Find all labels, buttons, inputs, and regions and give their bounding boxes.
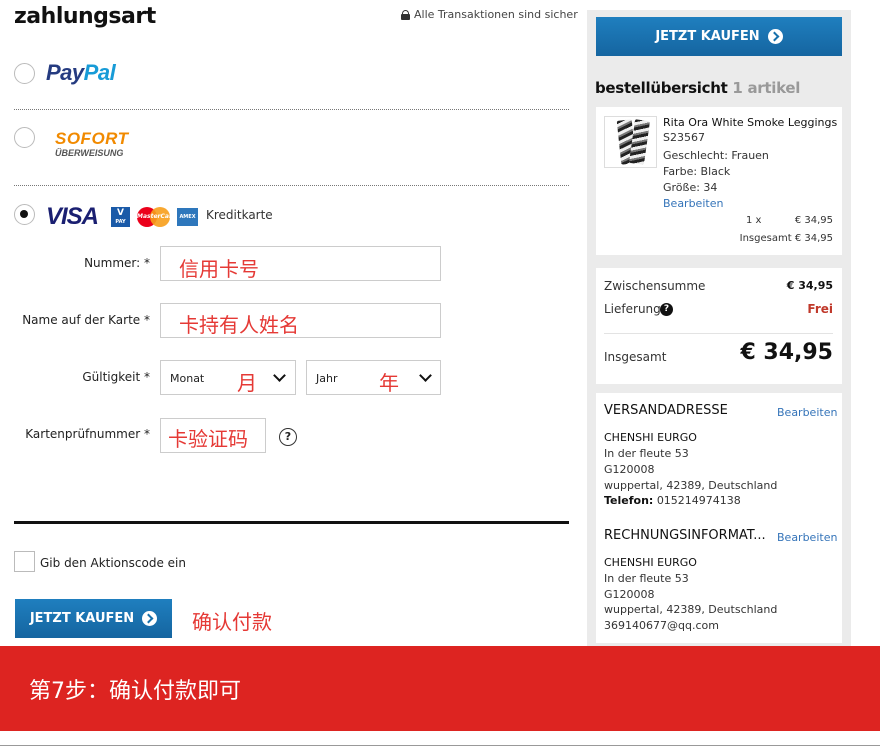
delivery-value: Frei [807,302,833,316]
buy-now-label: JETZT KAUFEN [29,611,135,626]
buy-now-button-top[interactable]: JETZT KAUFEN [596,17,842,56]
shipping-title: VERSANDADRESSE [604,403,728,418]
annotation-card-number: 信用卡号 [179,257,259,281]
shipping-phone: Telefon: 015214974138 [604,494,741,507]
chevron-down-icon [419,369,432,382]
annotation-card-name: 卡持有人姓名 [179,313,299,337]
divider [14,521,569,524]
vpay-logo: V PAY [111,207,130,227]
billing-name: CHENSHI EURGO [604,556,697,569]
sofort-radio[interactable] [14,127,35,148]
secure-text: Alle Transaktionen sind sicher [414,8,578,21]
promo-checkbox[interactable] [14,551,35,572]
chevron-down-icon [273,369,286,382]
product-price: € 34,95 [794,215,833,226]
shipping-city: wuppertal, 42389, Deutschland [604,479,778,492]
page-title: zahlungsart [14,4,156,29]
divider [604,333,833,334]
edit-item-link[interactable]: Bearbeiten [663,197,723,210]
promo-label: Gib den Aktionscode ein [40,556,186,570]
visa-logo: VISA [46,203,99,230]
sofort-logo[interactable]: SOFORT ÜBERWEISUNG [55,130,145,159]
total-value: € 34,95 [740,340,833,365]
help-icon[interactable]: ? [660,303,673,316]
creditcard-label: Kreditkarte [206,208,273,222]
product-total: Insgesamt € 34,95 [739,233,833,244]
arrow-right-icon [142,611,158,626]
buy-now-button[interactable]: JETZT KAUFEN [15,599,172,638]
year-select[interactable]: Jahr [306,360,441,395]
step-banner-text: 第7步：确认付款即可 [29,679,241,704]
product-color: Farbe: Black [663,165,731,178]
product-gender: Geschlecht: Frauen [663,149,769,162]
secure-notice: Alle Transaktionen sind sicher [401,8,578,21]
order-summary-title: bestellübersicht 1 artikel [595,79,801,97]
creditcard-radio[interactable] [14,204,35,225]
buy-now-label: JETZT KAUFEN [655,29,760,44]
help-icon[interactable]: ? [279,428,297,446]
subtotal-label: Zwischensumme [604,279,706,293]
paypal-radio[interactable] [14,63,35,84]
subtotal-value: € 34,95 [786,279,833,292]
edit-billing-link[interactable]: Bearbeiten [777,531,837,544]
lock-icon [401,9,410,20]
annotation-year: 年 [379,371,399,395]
delivery-label: Lieferung [604,302,661,316]
amex-logo: AMEX [177,208,198,226]
shipping-code: G120008 [604,463,655,476]
card-name-label: Name auf der Karte * [22,313,150,327]
product-size: Größe: 34 [663,181,718,194]
paypal-logo[interactable]: PayPal [46,60,116,86]
validity-label: Gültigkeit * [82,370,150,384]
card-number-label: Nummer: * [84,256,150,270]
annotation-month: 月 [237,371,257,395]
shipping-name: CHENSHI EURGO [604,431,697,444]
cvc-label: Kartenprüfnummer * [25,427,150,441]
divider [14,185,569,186]
product-qty: 1 x [746,215,762,226]
divider [0,745,880,746]
billing-title: RECHNUNGSINFORMAT... [604,528,766,543]
annotation-confirm: 确认付款 [192,610,272,634]
month-select[interactable]: Monat [160,360,296,395]
product-name: Rita Ora White Smoke Leggings [663,116,838,129]
shipping-street: In der fleute 53 [604,447,689,460]
annotation-cvc: 卡验证码 [168,427,248,451]
billing-street: In der fleute 53 [604,572,689,585]
mastercard-logo: MasterCard [137,207,176,227]
divider [14,109,569,110]
billing-email: 369140677@qq.com [604,619,719,632]
total-label: Insgesamt [604,350,667,364]
billing-code: G120008 [604,588,655,601]
billing-city: wuppertal, 42389, Deutschland [604,603,778,616]
edit-shipping-link[interactable]: Bearbeiten [777,406,837,419]
product-thumbnail[interactable] [604,116,657,168]
arrow-right-icon [767,29,783,44]
product-sku: S23567 [663,131,705,144]
